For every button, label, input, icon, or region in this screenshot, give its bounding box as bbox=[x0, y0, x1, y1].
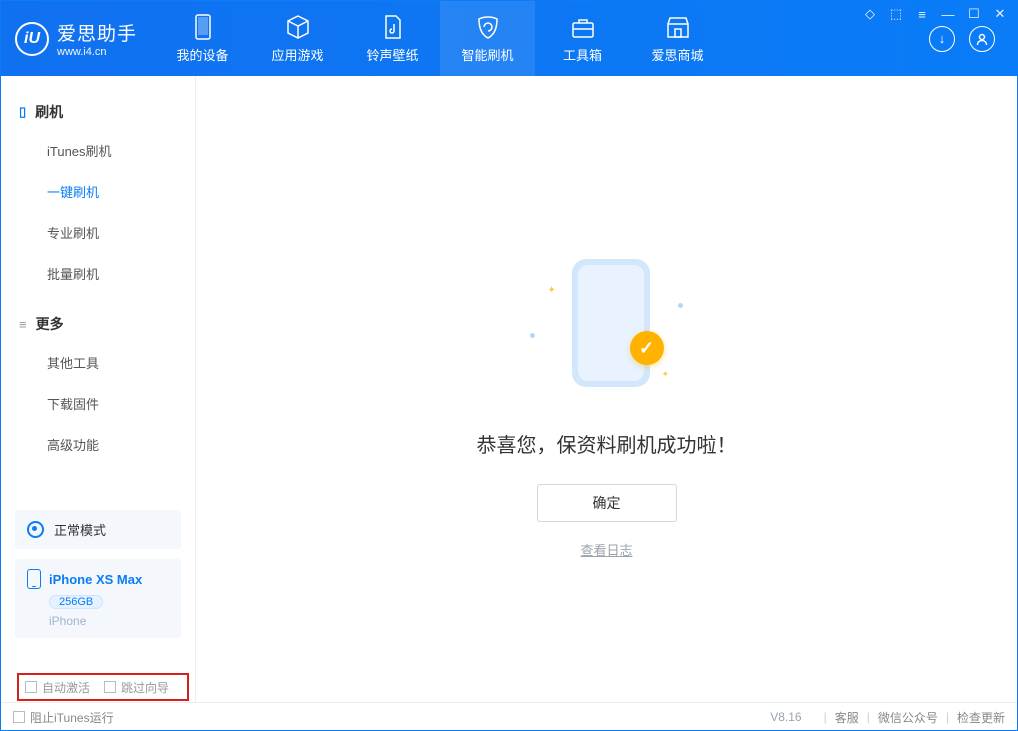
checkbox-icon bbox=[13, 711, 25, 723]
tab-toolbox[interactable]: 工具箱 bbox=[535, 1, 630, 76]
tab-label: 我的设备 bbox=[177, 45, 229, 64]
tab-my-device[interactable]: 我的设备 bbox=[155, 1, 250, 76]
music-file-icon bbox=[379, 13, 407, 41]
section-title: 更多 bbox=[36, 314, 64, 334]
sidebar-item-itunes-flash[interactable]: iTunes刷机 bbox=[1, 130, 195, 171]
footer-link-wechat[interactable]: 微信公众号 bbox=[878, 709, 938, 726]
sidebar-item-download-firmware[interactable]: 下载固件 bbox=[1, 383, 195, 424]
checkmark-badge-icon: ✓ bbox=[630, 331, 664, 365]
version-label: V8.16 bbox=[770, 710, 801, 724]
logo-block[interactable]: iU 爱思助手 www.i4.cn bbox=[1, 1, 155, 76]
checkbox-label: 阻止iTunes运行 bbox=[30, 709, 114, 726]
checkbox-skip-guide[interactable]: 跳过向导 bbox=[104, 679, 169, 696]
view-log-link[interactable]: 查看日志 bbox=[580, 540, 632, 559]
device-info-box[interactable]: iPhone XS Max 256GB iPhone bbox=[15, 559, 181, 638]
sidebar-item-other-tools[interactable]: 其他工具 bbox=[1, 342, 195, 383]
store-icon bbox=[664, 13, 692, 41]
tab-apps-games[interactable]: 应用游戏 bbox=[250, 1, 345, 76]
mode-label: 正常模式 bbox=[54, 520, 106, 539]
logo-icon: iU bbox=[15, 22, 49, 56]
success-message: 恭喜您，保资料刷机成功啦！ bbox=[477, 429, 737, 458]
sidebar-item-pro-flash[interactable]: 专业刷机 bbox=[1, 212, 195, 253]
checkbox-auto-activate[interactable]: 自动激活 bbox=[25, 679, 90, 696]
tab-label: 智能刷机 bbox=[462, 45, 514, 64]
app-header: iU 爱思助手 www.i4.cn 我的设备 应用游戏 铃声壁纸 智能刷机 工具… bbox=[1, 1, 1017, 76]
footer-link-update[interactable]: 检查更新 bbox=[957, 709, 1005, 726]
brand-name: 爱思助手 bbox=[57, 19, 137, 46]
list-icon: ≡ bbox=[19, 317, 27, 332]
sidebar-item-batch-flash[interactable]: 批量刷机 bbox=[1, 253, 195, 294]
tab-label: 工具箱 bbox=[563, 45, 602, 64]
device-capacity: 256GB bbox=[49, 595, 103, 609]
tab-ringtones-wallpapers[interactable]: 铃声壁纸 bbox=[345, 1, 440, 76]
ok-button[interactable]: 确定 bbox=[537, 484, 677, 522]
download-icon[interactable]: ↓ bbox=[929, 26, 955, 52]
shield-refresh-icon bbox=[474, 13, 502, 41]
phone-small-icon: ▯ bbox=[19, 104, 26, 120]
window-controls: ◇ ⬚ ≡ — ☐ ✕ bbox=[862, 6, 1008, 22]
sidebar-section-more: ≡ 更多 bbox=[1, 306, 195, 342]
checkbox-block-itunes[interactable]: 阻止iTunes运行 bbox=[13, 709, 114, 726]
brand-domain: www.i4.cn bbox=[57, 46, 137, 58]
mode-ring-icon bbox=[27, 521, 44, 538]
top-tabs: 我的设备 应用游戏 铃声壁纸 智能刷机 工具箱 爱思商城 bbox=[155, 1, 725, 76]
checkbox-icon bbox=[25, 681, 37, 693]
main-content: ✦ ✓ ✦ 恭喜您，保资料刷机成功啦！ 确定 查看日志 bbox=[196, 76, 1017, 702]
success-illustration: ✦ ✓ ✦ bbox=[502, 259, 712, 419]
toolbox-icon bbox=[569, 13, 597, 41]
device-name: iPhone XS Max bbox=[49, 572, 142, 587]
checkbox-icon bbox=[104, 681, 116, 693]
user-icon[interactable] bbox=[969, 26, 995, 52]
sidebar-item-oneclick-flash[interactable]: 一键刷机 bbox=[1, 171, 195, 212]
shirt-icon[interactable]: ◇ bbox=[862, 6, 878, 22]
device-icon bbox=[189, 13, 217, 41]
close-icon[interactable]: ✕ bbox=[992, 6, 1008, 22]
checkbox-label: 自动激活 bbox=[42, 679, 90, 696]
sidebar-section-flash: ▯ 刷机 bbox=[1, 94, 195, 130]
minimize-icon[interactable]: — bbox=[940, 6, 956, 22]
tab-store[interactable]: 爱思商城 bbox=[630, 1, 725, 76]
sidebar: ▯ 刷机 iTunes刷机 一键刷机 专业刷机 批量刷机 ≡ 更多 其他工具 下… bbox=[1, 76, 196, 702]
maximize-icon[interactable]: ☐ bbox=[966, 6, 982, 22]
phone-outline-icon bbox=[27, 569, 41, 589]
cube-icon bbox=[284, 13, 312, 41]
tab-label: 爱思商城 bbox=[652, 45, 704, 64]
lock-icon[interactable]: ⬚ bbox=[888, 6, 904, 22]
footer-link-support[interactable]: 客服 bbox=[835, 709, 859, 726]
tab-label: 铃声壁纸 bbox=[367, 45, 419, 64]
checkbox-label: 跳过向导 bbox=[121, 679, 169, 696]
tab-smart-flash[interactable]: 智能刷机 bbox=[440, 1, 535, 76]
sidebar-item-advanced[interactable]: 高级功能 bbox=[1, 424, 195, 465]
device-mode-box[interactable]: 正常模式 bbox=[15, 510, 181, 549]
section-title: 刷机 bbox=[35, 102, 63, 122]
tab-label: 应用游戏 bbox=[272, 45, 324, 64]
device-type: iPhone bbox=[49, 614, 169, 628]
footer-bar: 阻止iTunes运行 V8.16 | 客服 | 微信公众号 | 检查更新 bbox=[1, 702, 1017, 731]
highlighted-checkbox-row: 自动激活 跳过向导 bbox=[17, 673, 189, 701]
menu-icon[interactable]: ≡ bbox=[914, 6, 930, 22]
